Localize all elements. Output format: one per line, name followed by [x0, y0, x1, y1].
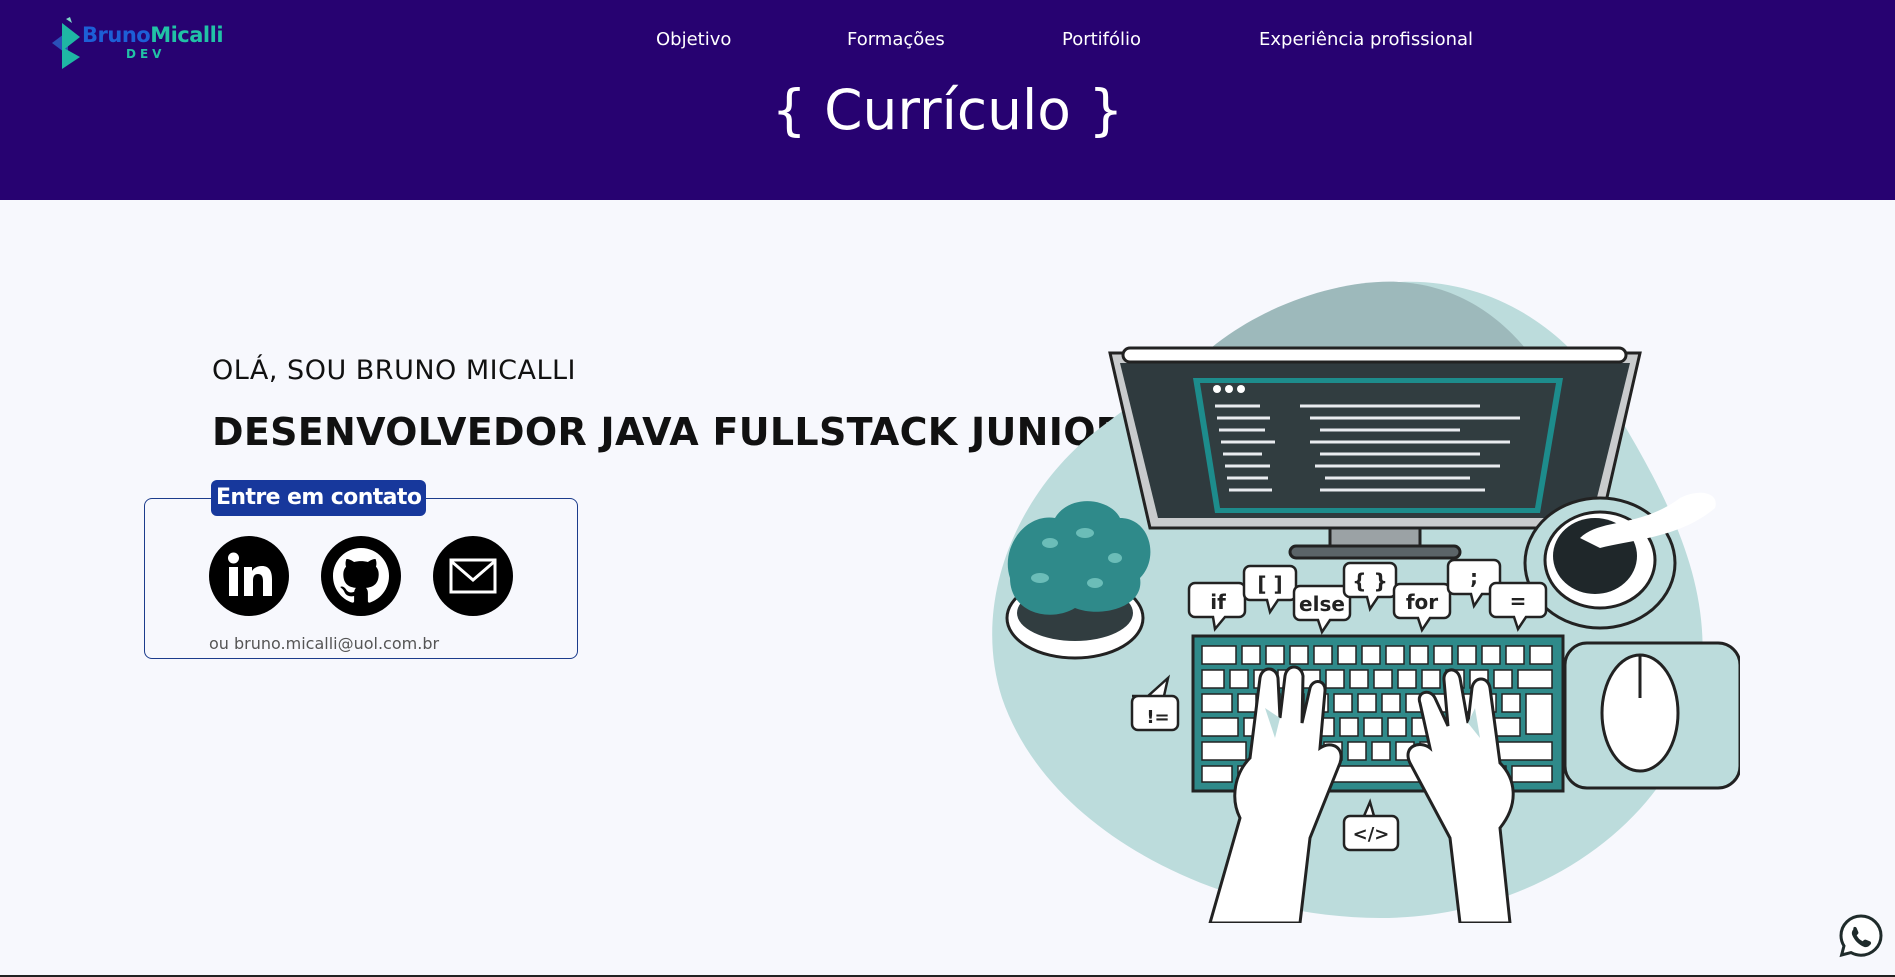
bubble-not-equals: !=: [1146, 707, 1169, 728]
nav-item-objetivo[interactable]: Objetivo: [656, 29, 731, 50]
bubble-if: if: [1210, 590, 1226, 614]
github-button[interactable]: [321, 536, 401, 616]
hero-greeting: OLÁ, SOU BRUNO MICALLI: [212, 355, 576, 386]
contact-badge: Entre em contato: [211, 480, 427, 516]
bubble-semicolon: ;: [1470, 565, 1478, 589]
logo[interactable]: BrunoMicalli DEV: [46, 17, 236, 73]
mail-icon: [449, 558, 497, 594]
logo-sub: DEV: [126, 47, 166, 61]
bubble-for: for: [1406, 590, 1438, 614]
logo-brand-last: Micalli: [150, 23, 224, 47]
page-title: { Currículo }: [771, 78, 1124, 142]
nav-item-portifolio[interactable]: Portifólio: [1062, 29, 1141, 50]
email-button[interactable]: [433, 536, 513, 616]
bubble-tag: </>: [1353, 824, 1390, 845]
nav-item-formacoes[interactable]: Formações: [847, 29, 945, 50]
bubble-equals: =: [1510, 589, 1527, 613]
logo-brand-first: Bruno: [82, 23, 151, 47]
bubble-braces: { }: [1352, 569, 1387, 593]
site-header: BrunoMicalli DEV Objetivo Formações Port…: [0, 0, 1895, 200]
linkedin-button[interactable]: [209, 536, 289, 616]
bubble-brackets: [ ]: [1257, 572, 1282, 596]
developer-illustration: if [ ] else { } for ; = != </>: [992, 281, 1740, 923]
linkedin-icon: [228, 552, 272, 596]
whatsapp-icon[interactable]: [1838, 913, 1884, 959]
contact-email: ou bruno.micalli@uol.com.br: [209, 634, 440, 653]
logo-mark-icon: [52, 17, 80, 69]
bubble-else: else: [1299, 592, 1345, 616]
github-icon: [333, 548, 389, 603]
nav-item-experiencia[interactable]: Experiência profissional: [1259, 29, 1473, 50]
logo-text: BrunoMicalli: [82, 23, 224, 47]
